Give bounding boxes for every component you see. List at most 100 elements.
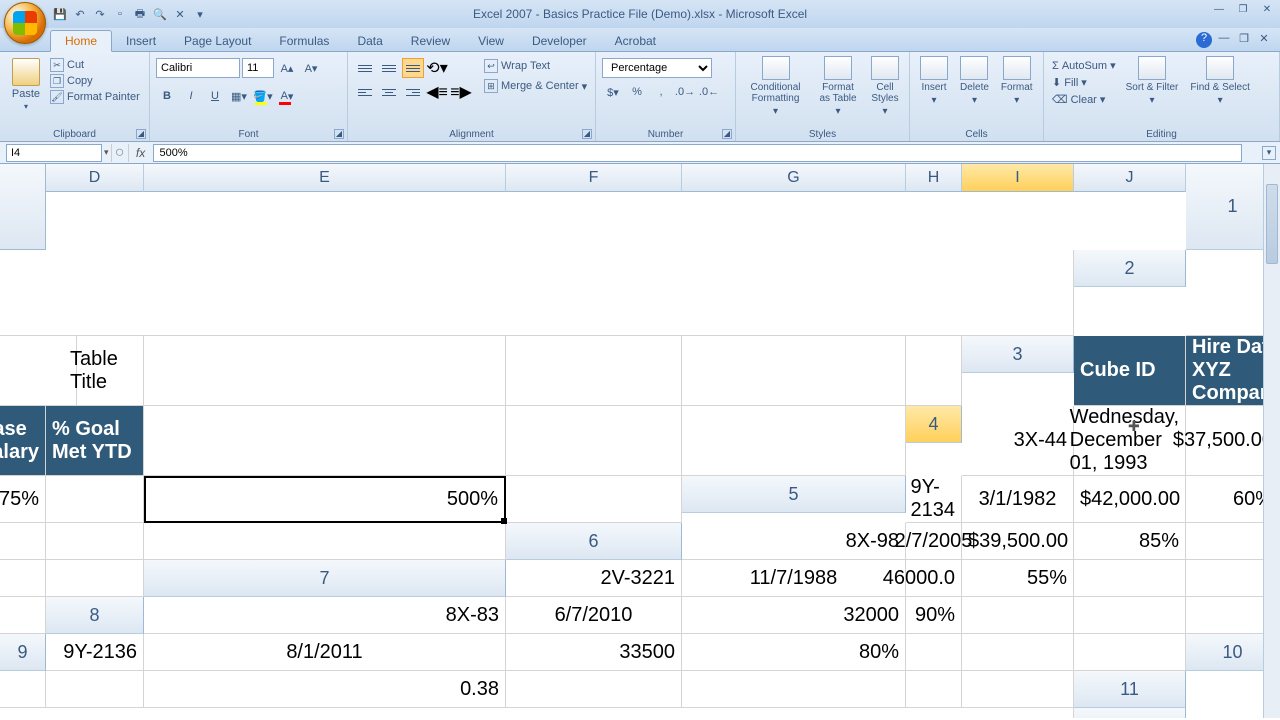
cell[interactable]: 8X-98 — [682, 523, 906, 560]
decrease-decimal-button[interactable]: .0← — [698, 82, 720, 102]
alignment-launcher[interactable]: ◢ — [582, 129, 592, 139]
autosum-button[interactable]: ΣAutoSum ▾ — [1050, 58, 1118, 73]
cell[interactable] — [1074, 560, 1186, 597]
align-right-button[interactable] — [402, 82, 424, 102]
insert-cells-button[interactable]: Insert▾ — [916, 54, 952, 139]
save-icon[interactable]: 💾 — [52, 6, 68, 22]
cell[interactable] — [144, 523, 506, 560]
row-header[interactable]: 7 — [144, 560, 506, 597]
cell[interactable] — [46, 671, 144, 708]
formula-input[interactable] — [153, 144, 1242, 162]
print-icon[interactable]: 🖶 — [132, 6, 148, 22]
col-header[interactable]: E — [144, 164, 506, 192]
tab-home[interactable]: Home — [50, 30, 112, 52]
row-header[interactable]: 11 — [1074, 671, 1186, 708]
row-header[interactable]: 9 — [0, 634, 46, 671]
tab-formulas[interactable]: Formulas — [265, 31, 343, 51]
cell[interactable]: $39,500.00 — [962, 523, 1074, 560]
cell[interactable] — [46, 336, 144, 406]
align-middle-button[interactable] — [378, 58, 400, 78]
cell[interactable] — [682, 406, 906, 476]
maximize-icon[interactable]: ❐ — [1234, 4, 1252, 18]
col-header[interactable]: H — [906, 164, 962, 192]
cell[interactable]: 80% — [682, 634, 906, 671]
align-bottom-button[interactable] — [402, 58, 424, 78]
row-header[interactable]: 6 — [506, 523, 682, 560]
align-left-button[interactable] — [354, 82, 376, 102]
find-select-button[interactable]: Find & Select▾ — [1186, 54, 1253, 139]
cell[interactable] — [506, 406, 682, 476]
tab-review[interactable]: Review — [397, 31, 464, 51]
close-window-icon[interactable]: ✕ — [1258, 4, 1276, 18]
header-goal[interactable]: % Goal Met YTD — [46, 406, 144, 476]
row-header[interactable]: 2 — [1074, 250, 1186, 287]
grow-font-button[interactable]: A▴ — [276, 58, 298, 78]
col-header[interactable]: G — [682, 164, 906, 192]
cell[interactable] — [0, 250, 1074, 336]
cell[interactable] — [506, 336, 682, 406]
decrease-indent-button[interactable]: ◀≡ — [426, 82, 448, 102]
expand-formula-bar[interactable]: ▾ — [1262, 146, 1276, 160]
cell[interactable] — [962, 597, 1074, 634]
cell[interactable] — [0, 671, 46, 708]
cell[interactable] — [46, 476, 144, 523]
font-launcher[interactable]: ◢ — [334, 129, 344, 139]
clear-button[interactable]: ⌫Clear ▾ — [1050, 92, 1118, 107]
cell[interactable] — [906, 336, 962, 406]
cell-styles-button[interactable]: Cell Styles▾ — [867, 54, 903, 139]
cell[interactable] — [0, 560, 46, 597]
restore-workbook-icon[interactable]: ❐ — [1236, 32, 1252, 48]
format-painter-button[interactable]: 🖌Format Painter — [50, 90, 140, 104]
cell[interactable] — [46, 523, 144, 560]
comma-button[interactable]: , — [650, 82, 672, 102]
cell[interactable]: 6/7/2010 — [506, 597, 682, 634]
cell[interactable]: 85% — [1074, 523, 1186, 560]
vertical-scrollbar[interactable] — [1263, 164, 1280, 718]
tab-acrobat[interactable]: Acrobat — [601, 31, 670, 51]
cell[interactable]: Wednesday, December 01, 1993 — [1074, 406, 1186, 476]
fx-button[interactable]: fx — [129, 146, 153, 160]
tab-developer[interactable]: Developer — [518, 31, 601, 51]
clipboard-launcher[interactable]: ◢ — [136, 129, 146, 139]
cell[interactable]: 90% — [906, 597, 962, 634]
cell[interactable]: 46000.0 — [906, 560, 962, 597]
row-header[interactable]: 4 — [906, 406, 962, 443]
wrap-text-button[interactable]: ↩Wrap Text — [482, 58, 589, 74]
cell[interactable]: 3/1/1982 — [962, 476, 1074, 523]
cell[interactable]: 32000 — [682, 597, 906, 634]
cell[interactable] — [682, 336, 906, 406]
row-header[interactable]: 8 — [46, 597, 144, 634]
new-icon[interactable]: ▫ — [112, 6, 128, 22]
fill-button[interactable]: ⬇Fill ▾ — [1050, 75, 1118, 90]
header-cube[interactable]: Cube ID — [1074, 336, 1186, 406]
paste-button[interactable]: Paste ▾ — [6, 54, 46, 139]
active-cell[interactable]: 500% — [144, 476, 506, 523]
number-format-combo[interactable]: Percentage — [602, 58, 712, 78]
tab-page-layout[interactable]: Page Layout — [170, 31, 265, 51]
name-box[interactable] — [6, 144, 102, 162]
orientation-button[interactable]: ⟲▾ — [426, 58, 448, 78]
undo-icon[interactable]: ↶ — [72, 6, 88, 22]
col-header[interactable]: I — [962, 164, 1074, 192]
cell[interactable] — [0, 708, 1074, 718]
border-button[interactable]: ▦▾ — [228, 86, 250, 106]
cell[interactable]: 75% — [0, 476, 46, 523]
font-color-button[interactable]: A▾ — [276, 86, 298, 106]
cell[interactable]: 33500 — [506, 634, 682, 671]
cell[interactable] — [962, 634, 1074, 671]
close-workbook-icon[interactable]: ✕ — [1256, 32, 1272, 48]
minimize-icon[interactable]: — — [1210, 4, 1228, 18]
font-name-combo[interactable] — [156, 58, 240, 78]
redo-icon[interactable]: ↷ — [92, 6, 108, 22]
increase-decimal-button[interactable]: .0→ — [674, 82, 696, 102]
tab-data[interactable]: Data — [343, 31, 396, 51]
cell[interactable]: 9Y-2136 — [46, 634, 144, 671]
cell[interactable]: 11/7/1988 — [682, 560, 906, 597]
row-header[interactable]: 5 — [682, 476, 906, 513]
office-button[interactable] — [4, 2, 46, 44]
cell[interactable]: 2V-3221 — [506, 560, 682, 597]
delete-cells-button[interactable]: Delete▾ — [956, 54, 993, 139]
cell[interactable] — [144, 406, 506, 476]
increase-indent-button[interactable]: ≡▶ — [450, 82, 472, 102]
accounting-button[interactable]: $▾ — [602, 82, 624, 102]
